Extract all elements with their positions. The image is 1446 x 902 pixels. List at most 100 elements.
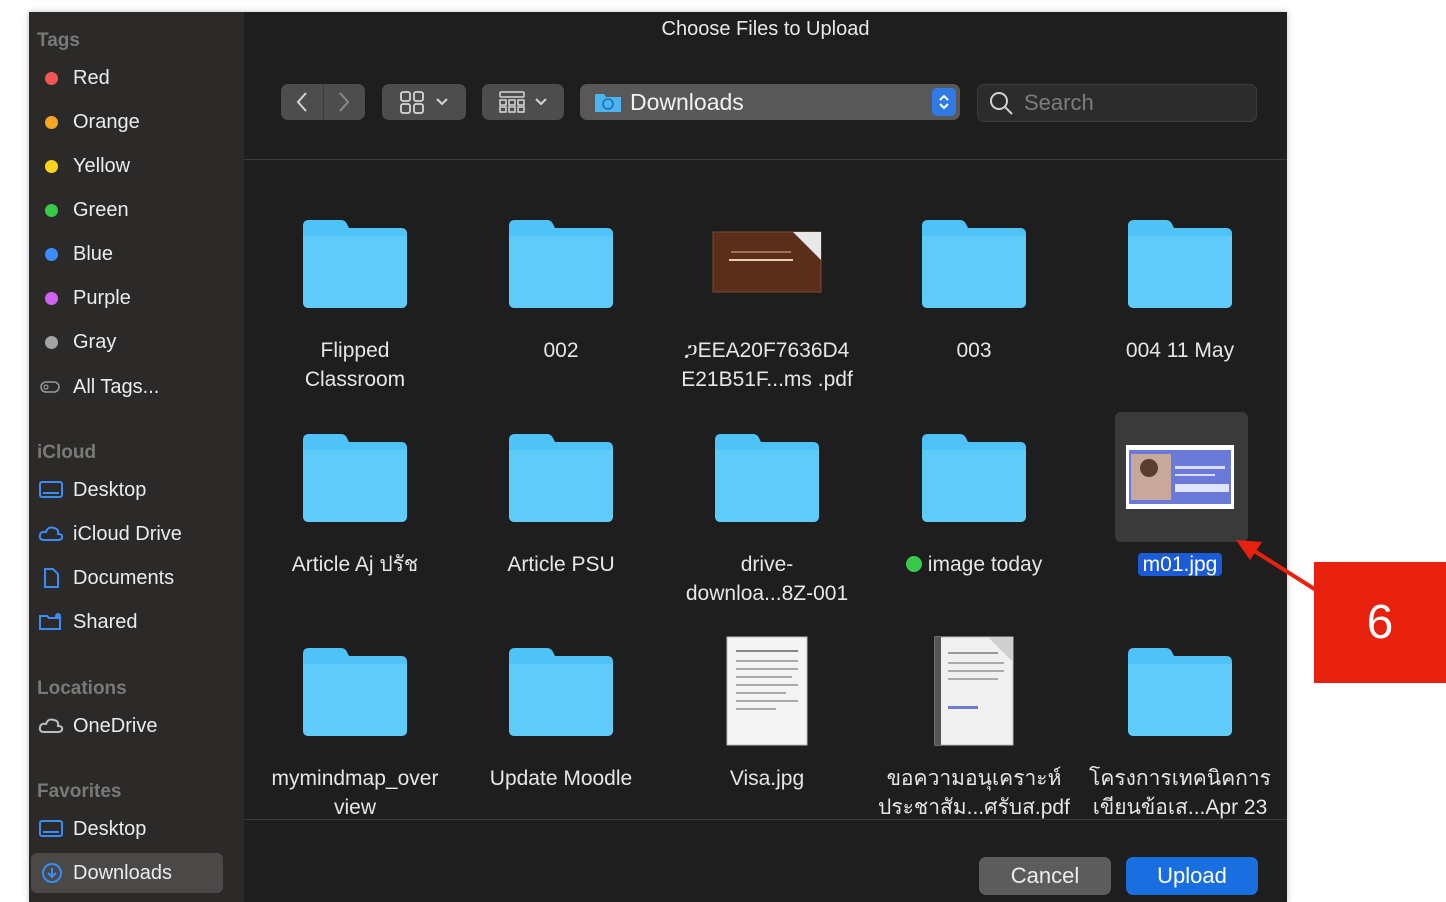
- sidebar-item-tag-yellow[interactable]: Yellow: [29, 146, 244, 186]
- group-by-button[interactable]: [482, 84, 564, 120]
- file-item-image-today[interactable]: image today: [871, 426, 1077, 626]
- file-item-article-psu[interactable]: Article PSU: [458, 426, 664, 626]
- file-name-line1: ขอความอนุเคราะห์: [886, 767, 1062, 790]
- sidebar-section-locations: Locations: [37, 678, 127, 699]
- sidebar-item-label: Downloads: [73, 861, 172, 884]
- file-upload-dialog: Tags Red Orange Yellow Green Blue Purple…: [29, 12, 1287, 902]
- file-item-visa-jpg[interactable]: Visa.jpg: [664, 636, 870, 840]
- file-name-line1: Flipped: [320, 339, 390, 362]
- sidebar-item-label: Green: [73, 198, 129, 221]
- download-icon: [42, 863, 62, 883]
- main-pane: Choose Files to Upload Downloads Search …: [244, 12, 1287, 902]
- toolbar: Downloads Search: [244, 82, 1287, 126]
- file-name-line1: 003: [956, 339, 992, 362]
- cloud-icon: [38, 526, 64, 541]
- sidebar-section-icloud: iCloud: [37, 442, 97, 463]
- sidebar-item-onedrive[interactable]: OneDrive: [29, 706, 244, 746]
- file-name-line2: downloa...8Z-001: [685, 582, 849, 605]
- desktop-icon: [39, 481, 63, 498]
- search-field[interactable]: Search: [977, 84, 1257, 122]
- cloud-icon: [38, 718, 64, 733]
- file-item-003[interactable]: 003: [871, 212, 1077, 412]
- folder-icon: [1128, 648, 1232, 736]
- sidebar-item-icloud-drive[interactable]: iCloud Drive: [29, 514, 244, 554]
- file-name-line1: drive-: [740, 553, 794, 576]
- chevron-right-icon: [339, 92, 350, 112]
- sidebar-item-label: Gray: [73, 330, 117, 353]
- folder-icon: [509, 220, 613, 308]
- folder-icon: [922, 434, 1026, 522]
- file-item-mymindmap[interactable]: mymindmap_over view: [252, 640, 458, 840]
- location-label: Downloads: [630, 88, 744, 115]
- sidebar-item-label: Orange: [73, 110, 140, 133]
- location-popup[interactable]: Downloads: [580, 84, 960, 120]
- sidebar-item-documents[interactable]: Documents: [29, 558, 244, 598]
- file-item-004-11-may[interactable]: 004 11 May: [1077, 212, 1283, 412]
- step-number-badge: 6: [1314, 562, 1446, 683]
- file-item-update-moodle[interactable]: Update Moodle: [458, 640, 664, 840]
- file-item-thai-pdf[interactable]: ขอความอนุเคราะห์ ประชาสัม...ศรับส.pdf: [871, 636, 1077, 840]
- tag-dot-icon: [44, 335, 58, 349]
- tags-icon: [40, 381, 60, 393]
- dialog-title: Choose Files to Upload: [661, 18, 870, 40]
- tag-dot-icon: [44, 159, 58, 173]
- file-item-drive-download[interactable]: drive- downloa...8Z-001: [664, 426, 870, 626]
- file-name-line1: 004 11 May: [1125, 339, 1235, 362]
- tag-dot-icon: [44, 71, 58, 85]
- upload-button[interactable]: Upload: [1126, 857, 1258, 895]
- file-name-line1: Update Moodle: [489, 767, 633, 790]
- sidebar-item-tag-orange[interactable]: Orange: [29, 102, 244, 142]
- desktop-icon: [39, 820, 63, 837]
- chevron-down-icon: [535, 98, 547, 106]
- sidebar-item-tag-green[interactable]: Green: [29, 190, 244, 230]
- file-name-line1: mymindmap_over: [271, 767, 439, 790]
- footer-divider: [244, 819, 1287, 820]
- file-item-002[interactable]: 002: [458, 212, 664, 412]
- file-item-flipped-classroom[interactable]: Flipped Classroom: [252, 212, 458, 412]
- sidebar-item-label: Yellow: [73, 154, 131, 177]
- document-icon: [44, 568, 59, 588]
- back-button[interactable]: [281, 91, 323, 113]
- sidebar-item-icloud-desktop[interactable]: Desktop: [29, 470, 244, 510]
- tag-dot-icon: [44, 203, 58, 217]
- grid-view-icon: [400, 91, 424, 114]
- folder-icon: [303, 434, 407, 522]
- file-name-line2: เขียนข้อเส...Apr 23: [1092, 796, 1268, 819]
- group-icon: [499, 91, 525, 113]
- folder-icon: [303, 220, 407, 308]
- sidebar-item-tag-blue[interactable]: Blue: [29, 234, 244, 274]
- file-item-article-aj[interactable]: Article Aj ปรัช: [252, 426, 458, 626]
- forward-button[interactable]: [323, 91, 365, 113]
- sidebar-item-label: Red: [73, 66, 110, 89]
- shared-folder-icon: [39, 613, 61, 630]
- location-stepper[interactable]: [932, 88, 956, 116]
- sidebar-item-label: iCloud Drive: [73, 522, 182, 545]
- file-name-line2: Classroom: [304, 368, 406, 391]
- chevron-left-icon: [296, 92, 307, 112]
- sidebar-item-label: Desktop: [73, 478, 147, 501]
- sidebar-item-tag-red[interactable]: Red: [29, 58, 244, 98]
- file-item-pdf-2eea[interactable]: ጋEEA20F7636D4 E21B51F...ms .pdf: [664, 212, 870, 412]
- sidebar-item-label: OneDrive: [73, 714, 158, 737]
- view-mode-button[interactable]: [382, 84, 466, 120]
- sidebar-item-all-tags[interactable]: All Tags...: [29, 367, 244, 407]
- file-item-thai-folder[interactable]: โครงการเทคนิคการ เขียนข้อเส...Apr 23: [1077, 640, 1283, 840]
- folder-icon: [715, 434, 819, 522]
- file-item-m01-jpg[interactable]: m01.jpg: [1077, 426, 1283, 626]
- cancel-button[interactable]: Cancel: [979, 857, 1111, 895]
- search-icon: [990, 92, 1013, 115]
- folder-icon: [1128, 220, 1232, 308]
- sidebar-section-favorites: Favorites: [37, 781, 122, 802]
- tag-dot-icon: [44, 291, 58, 305]
- up-down-chevron-icon: [939, 94, 949, 110]
- file-name-line1: ጋEEA20F7636D4: [684, 339, 850, 362]
- sidebar-item-shared[interactable]: Shared: [29, 602, 244, 642]
- sidebar-item-desktop[interactable]: Desktop: [29, 809, 244, 849]
- sidebar-item-tag-gray[interactable]: Gray: [29, 322, 244, 362]
- sidebar-item-label: All Tags...: [73, 375, 160, 398]
- sidebar-item-label: Documents: [73, 566, 175, 589]
- document-thumbnail-icon: [726, 636, 808, 746]
- file-name-line1: Visa.jpg: [729, 767, 805, 790]
- sidebar-item-tag-purple[interactable]: Purple: [29, 278, 244, 318]
- sidebar-item-downloads[interactable]: Downloads: [31, 853, 223, 893]
